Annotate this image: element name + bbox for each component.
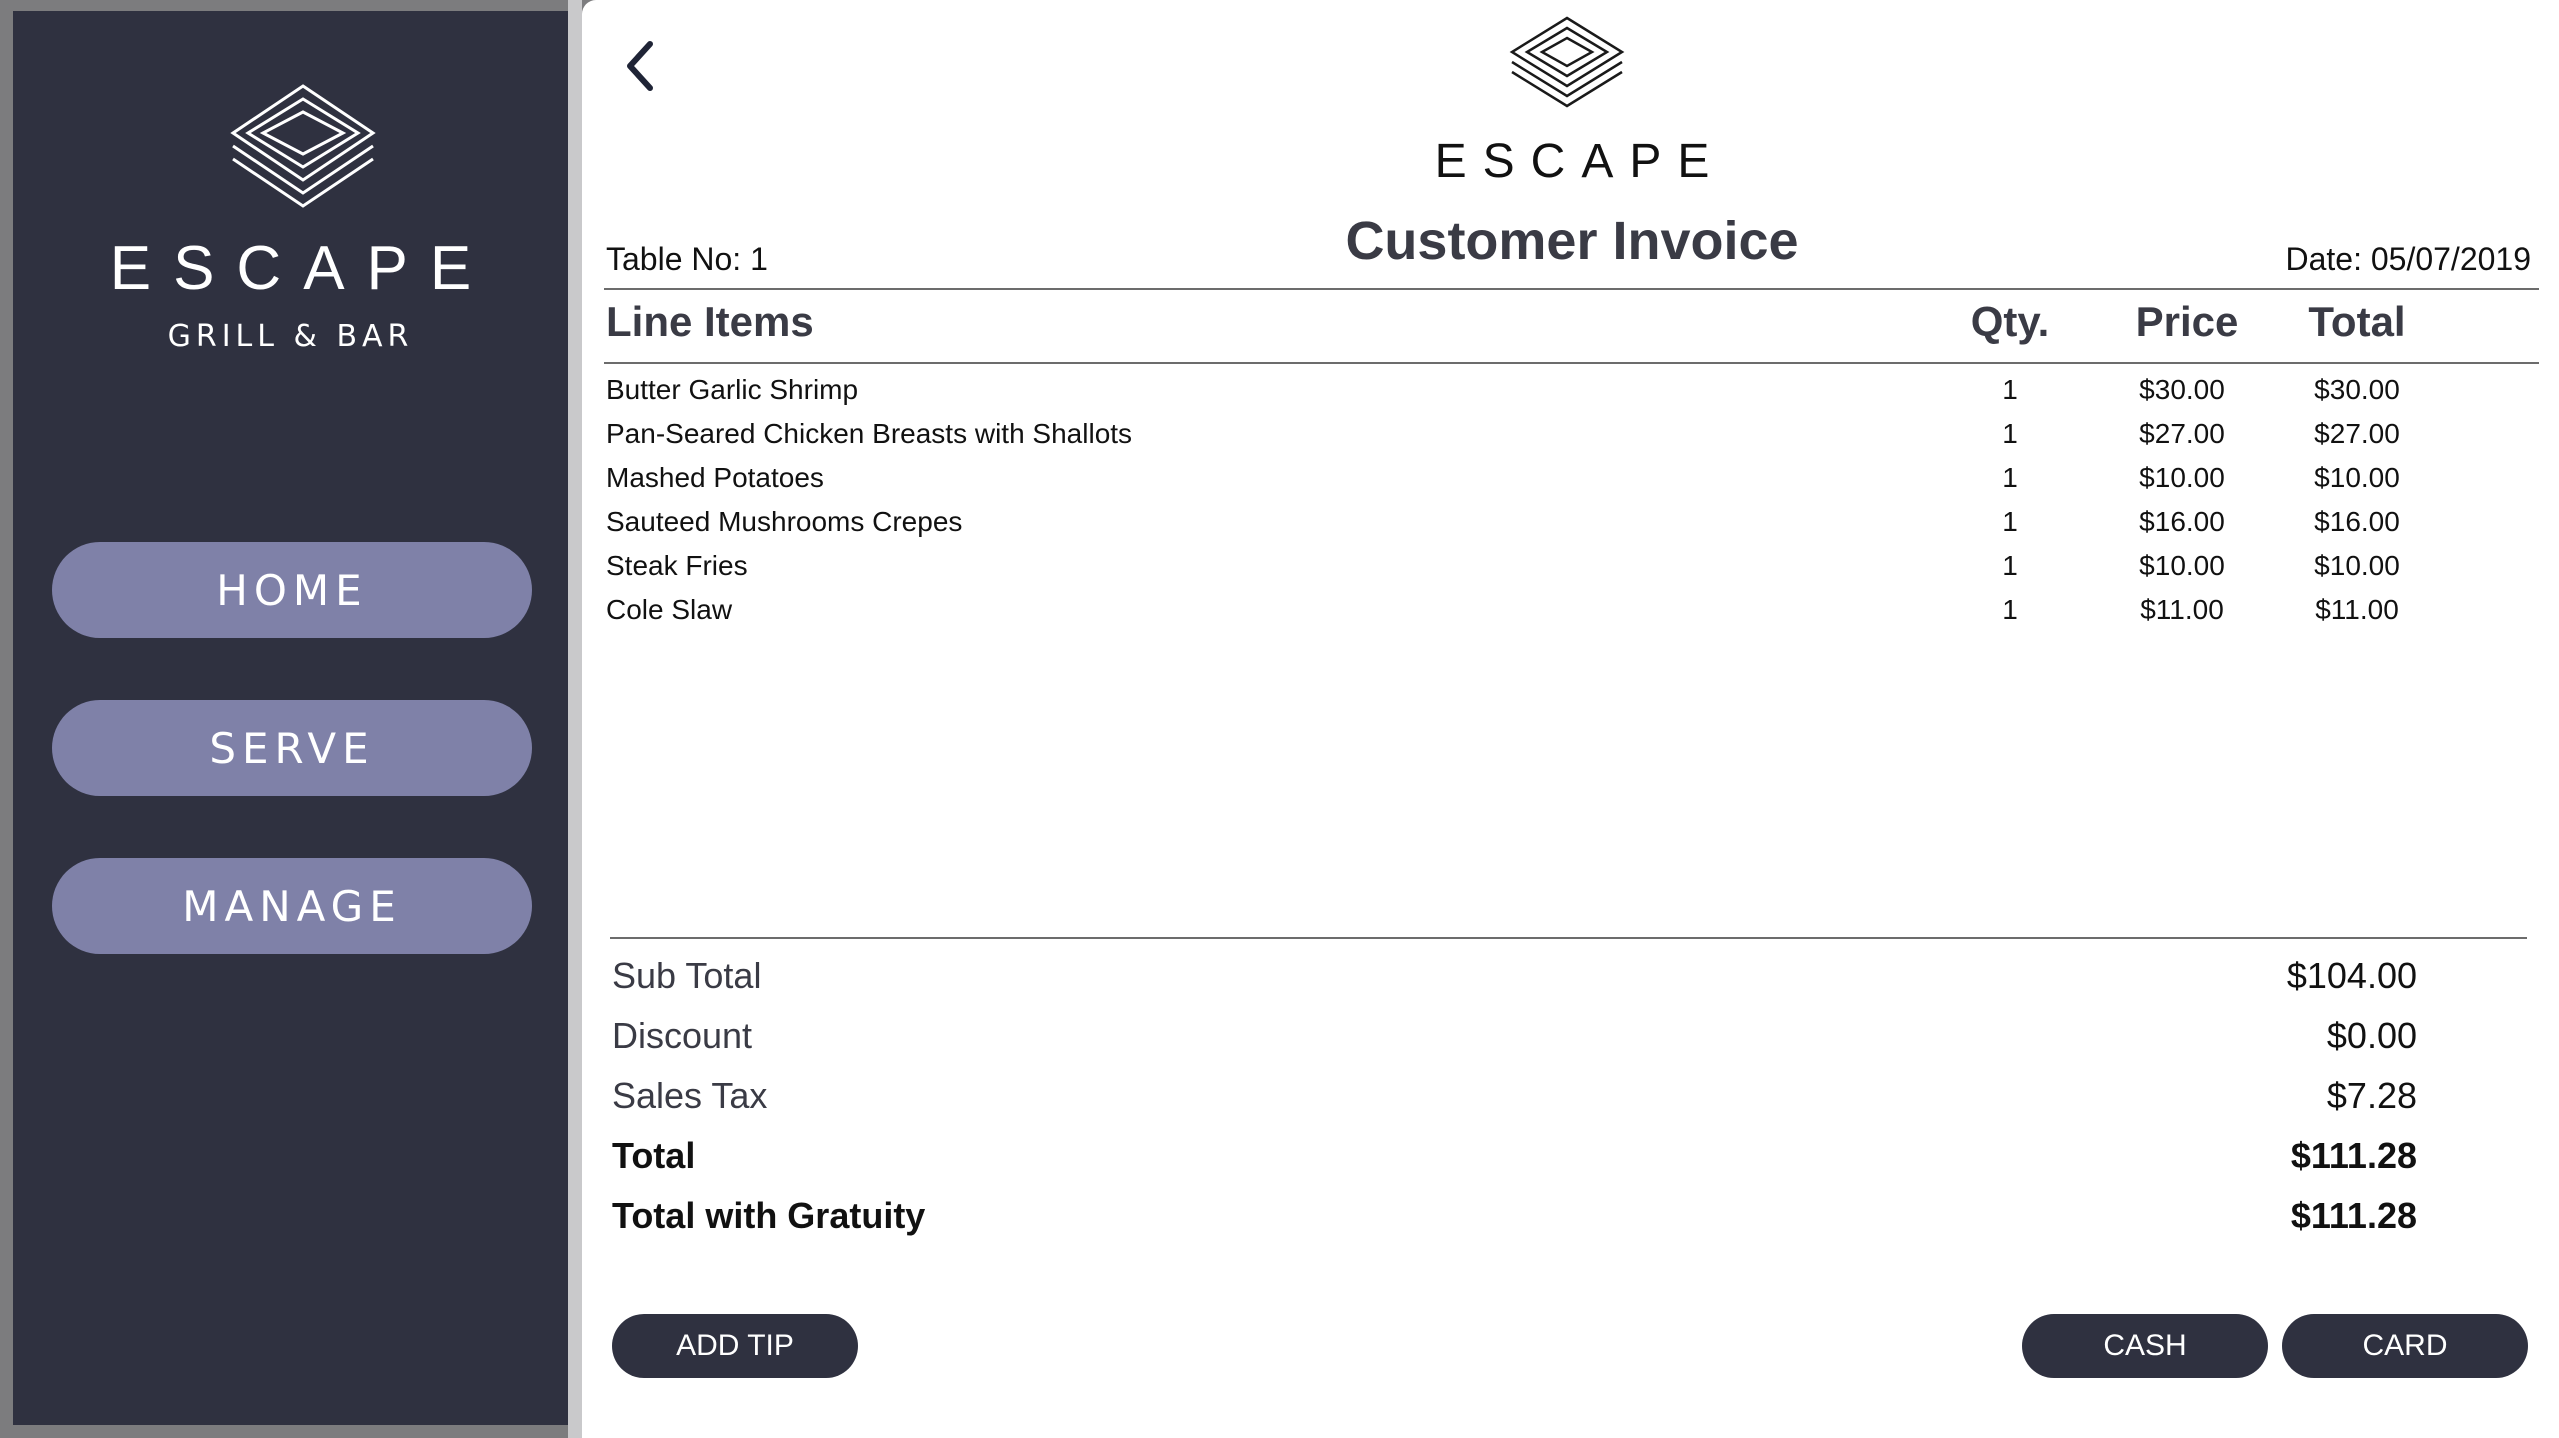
- add-tip-button[interactable]: ADD TIP: [612, 1314, 858, 1378]
- discount-value: $0.00: [2326, 1015, 2417, 1056]
- item-name: Mashed Potatoes: [606, 462, 824, 493]
- column-header-total: Total: [2308, 298, 2406, 345]
- item-total: $30.00: [2314, 374, 2400, 405]
- table-row[interactable]: Cole Slaw 1 $11.00 $11.00: [582, 588, 2559, 632]
- sidebar: ESCAPE GRILL & BAR HOME SERVE MANAGE: [13, 11, 568, 1425]
- item-qty: 1: [2002, 374, 2018, 405]
- divider: [610, 937, 2527, 939]
- manage-button[interactable]: MANAGE: [52, 858, 532, 954]
- item-price: $30.00: [2139, 374, 2225, 405]
- table-row[interactable]: Steak Fries 1 $10.00 $10.00: [582, 544, 2559, 588]
- invoice-date: Date: 05/07/2019: [2285, 241, 2531, 277]
- item-name: Sauteed Mushrooms Crepes: [606, 506, 963, 537]
- item-name: Butter Garlic Shrimp: [606, 374, 859, 405]
- item-price: $11.00: [2140, 594, 2224, 625]
- divider: [604, 362, 2539, 364]
- item-name: Pan-Seared Chicken Breasts with Shallots: [606, 418, 1133, 449]
- item-total: $10.00: [2314, 550, 2400, 581]
- chevron-left-icon[interactable]: [620, 36, 660, 96]
- item-total: $27.00: [2314, 418, 2400, 449]
- sales-tax-label: Sales Tax: [612, 1075, 768, 1116]
- table-number: Table No: 1: [606, 241, 768, 277]
- column-header-qty: Qty.: [1970, 298, 2050, 345]
- item-qty: 1: [2002, 506, 2018, 537]
- total-label: Total: [612, 1135, 696, 1176]
- item-price: $16.00: [2139, 506, 2225, 537]
- table-row[interactable]: Mashed Potatoes 1 $10.00 $10.00: [582, 456, 2559, 500]
- item-price: $10.00: [2139, 462, 2225, 493]
- sales-tax-value: $7.28: [2326, 1075, 2417, 1116]
- item-total: $11.00: [2315, 594, 2399, 625]
- table-row[interactable]: Sauteed Mushrooms Crepes 1 $16.00 $16.00: [582, 500, 2559, 544]
- cash-button[interactable]: CASH: [2022, 1314, 2268, 1378]
- serve-button[interactable]: SERVE: [52, 700, 532, 796]
- item-qty: 1: [2002, 418, 2018, 449]
- table-row[interactable]: Pan-Seared Chicken Breasts with Shallots…: [582, 412, 2559, 456]
- item-qty: 1: [2002, 594, 2018, 625]
- table-row[interactable]: Butter Garlic Shrimp 1 $30.00 $30.00: [582, 368, 2559, 412]
- gratuity-total-value: $111.28: [2290, 1195, 2417, 1236]
- header-brand: ESCAPE: [1434, 135, 1726, 188]
- page-title: Customer Invoice: [1345, 211, 1799, 271]
- item-total: $16.00: [2314, 506, 2400, 537]
- divider: [604, 288, 2539, 290]
- discount-label: Discount: [612, 1015, 753, 1056]
- escape-logo-icon: [230, 84, 376, 208]
- total-value: $111.28: [2290, 1135, 2417, 1176]
- item-price: $27.00: [2139, 418, 2225, 449]
- item-price: $10.00: [2139, 550, 2225, 581]
- gratuity-total-label: Total with Gratuity: [612, 1195, 926, 1236]
- item-name: Steak Fries: [606, 550, 748, 581]
- item-qty: 1: [2002, 550, 2018, 581]
- subtotal-value: $104.00: [2286, 955, 2417, 996]
- item-qty: 1: [2002, 462, 2018, 493]
- escape-logo-icon: [1509, 16, 1625, 108]
- sidebar-brand: ESCAPE: [109, 234, 494, 303]
- sidebar-subtitle: GRILL & BAR: [167, 319, 414, 354]
- line-items-list: Butter Garlic Shrimp 1 $30.00 $30.00 Pan…: [582, 368, 2559, 632]
- invoice-panel: ESCAPE Customer Invoice Table No: 1 Date…: [582, 0, 2559, 1438]
- column-header-price: Price: [2135, 298, 2239, 345]
- card-button[interactable]: CARD: [2282, 1314, 2528, 1378]
- item-total: $10.00: [2314, 462, 2400, 493]
- panel-divider: [568, 0, 582, 1438]
- item-name: Cole Slaw: [606, 594, 733, 625]
- home-button[interactable]: HOME: [52, 542, 532, 638]
- subtotal-label: Sub Total: [612, 955, 762, 996]
- column-header-items: Line Items: [606, 298, 814, 345]
